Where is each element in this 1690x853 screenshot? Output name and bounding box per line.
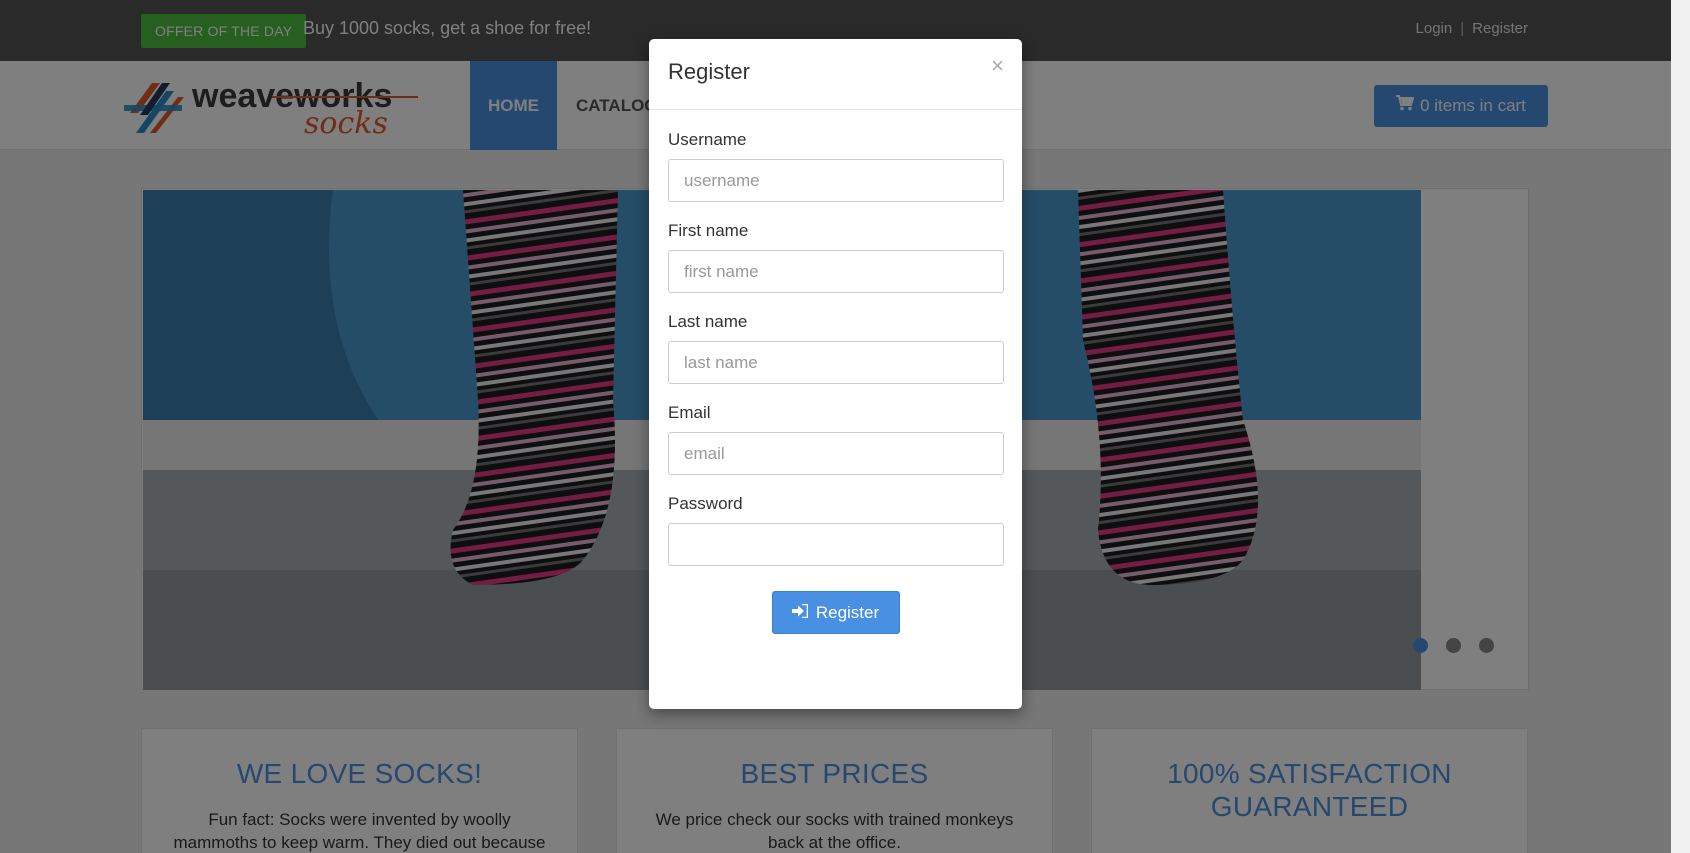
last-name-label: Last name [668, 312, 748, 331]
username-label: Username [668, 130, 747, 149]
email-input[interactable] [668, 432, 1004, 475]
first-name-label: First name [668, 221, 749, 240]
register-modal: Register × Username First name Last name… [649, 39, 1022, 709]
sign-in-icon [791, 592, 809, 633]
password-field-group: Password [668, 494, 1004, 566]
username-input[interactable] [668, 159, 1004, 202]
password-label: Password [668, 494, 743, 513]
modal-header: Register × [649, 39, 1022, 110]
email-field-group: Email [668, 403, 1004, 475]
register-submit-button[interactable]: Register [771, 591, 900, 634]
close-icon[interactable]: × [991, 55, 1004, 77]
modal-title: Register [668, 59, 750, 84]
page-scrollbar[interactable] [1671, 0, 1690, 853]
first-name-input[interactable] [668, 250, 1004, 293]
submit-wrap: Register [668, 591, 1003, 634]
last-name-field-group: Last name [668, 312, 1004, 384]
username-field-group: Username [668, 130, 1004, 202]
email-label: Email [668, 403, 711, 422]
register-submit-label: Register [815, 603, 880, 622]
last-name-input[interactable] [668, 341, 1004, 384]
password-input[interactable] [668, 523, 1004, 566]
register-form: Username First name Last name Email Pass… [649, 110, 1022, 634]
first-name-field-group: First name [668, 221, 1004, 293]
